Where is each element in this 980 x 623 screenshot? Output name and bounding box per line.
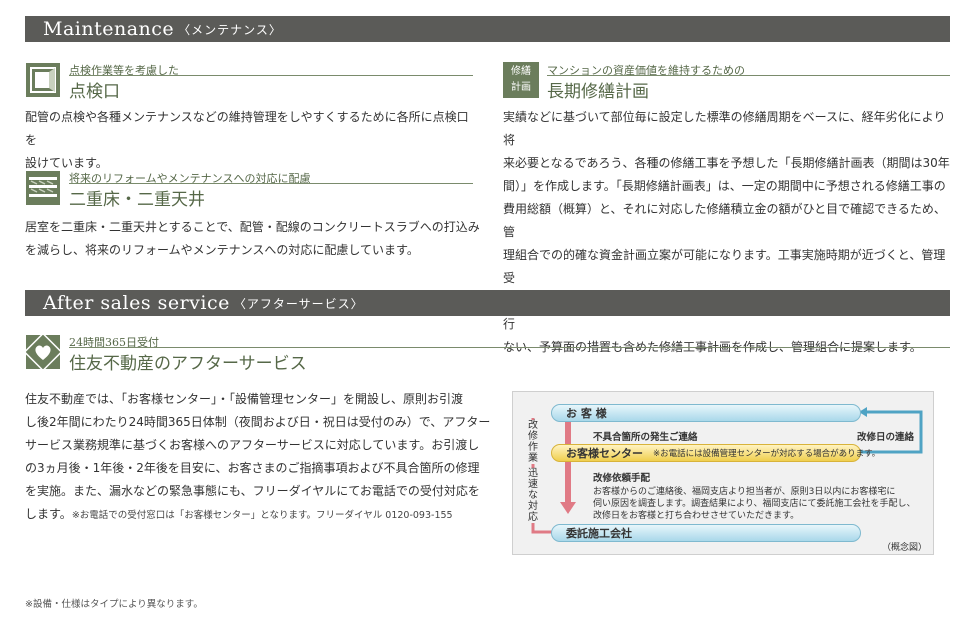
diagram-caption: （概念図） — [881, 543, 927, 553]
contractor-box: 委託施工会社 — [551, 524, 861, 542]
after-sales-header: After sales service 〈アフターサービス〉 — [25, 290, 950, 316]
repair-arrange-title: 改修依頼手配 — [593, 473, 651, 484]
after-service-rule — [69, 347, 950, 348]
double-floor-icon — [26, 171, 60, 205]
maintenance-header: Maintenance 〈メンテナンス〉 — [25, 16, 950, 42]
repair-work-label: 改修作業 — [527, 420, 539, 464]
free-dial-note: ※お電話での受付窓口は「お客様センター」となります。フリーダイヤル 0120-0… — [71, 510, 453, 521]
after-service-title: 住友不動産のアフターサービス — [69, 354, 307, 374]
inspection-section: 点検作業等を考慮した 点検口 — [25, 62, 473, 102]
footnote: ※設備・仕様はタイプにより異なります。 — [25, 599, 203, 610]
after-service-section: 24時間365日受付 住友不動産のアフターサービス — [25, 334, 950, 374]
after-sales-title-en: After sales service — [43, 292, 230, 314]
inspection-title: 点検口 — [69, 82, 120, 102]
maintenance-title-en: Maintenance — [43, 18, 175, 40]
after-service-flow-diagram: お 客 様 不具合箇所の発生ご連絡 改修日の連絡 お客様センター ※お電話には設… — [512, 391, 934, 555]
double-floor-section: 将来のリフォームやメンテナンスへの対応に配慮 二重床・二重天井 — [25, 170, 473, 210]
defect-contact-label: 不具合箇所の発生ご連絡 — [593, 432, 698, 443]
inspection-hatch-icon — [26, 63, 60, 97]
after-service-body: 住友不動産では、「お客様センター」・「設備管理センター」を開設し、原則お引渡 し… — [25, 392, 491, 521]
repair-date-contact-label: 改修日の連絡 — [857, 432, 915, 443]
quick-response-label: 迅速な対応 — [527, 468, 539, 523]
inspection-rule — [69, 75, 473, 76]
after-sales-title-jp: 〈アフターサービス〉 — [233, 296, 364, 311]
customer-center-box: お客様センター ※お電話には設備管理センターが対応する場合があります。 — [551, 444, 880, 462]
double-floor-rule — [69, 183, 473, 184]
longterm-section: 修繕 計画 マンションの資産価値を維持するための 長期修繕計画 — [503, 62, 950, 102]
double-floor-title: 二重床・二重天井 — [69, 190, 205, 210]
double-floor-body: 居室を二重床・二重天井とすることで、配管・配線のコンクリートスラブへの打込み を… — [25, 220, 480, 257]
longterm-body: 実績などに基づいて部位毎に設定した標準の修繕周期をベースに、経年劣化により将 来… — [503, 110, 950, 354]
inspection-body: 配管の点検や各種メンテナンスなどの維持管理をしやすくするために各所に点検口を 設… — [25, 110, 469, 170]
after-service-last-line: します。 — [25, 507, 72, 521]
maintenance-title-jp: 〈メンテナンス〉 — [178, 22, 282, 37]
customer-box: お 客 様 — [551, 404, 861, 422]
longterm-title: 長期修繕計画 — [547, 82, 649, 102]
repair-plan-icon: 修繕 計画 — [503, 62, 539, 98]
heart-icon — [25, 334, 61, 370]
longterm-rule — [547, 75, 950, 76]
